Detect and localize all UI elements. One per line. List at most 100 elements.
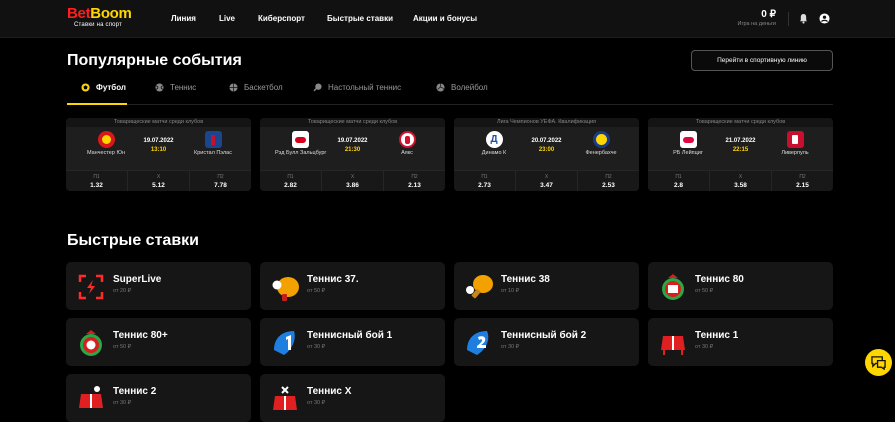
event-card[interactable]: Лига Чемпионов УЕФА. Квалификация Д Дина… — [454, 118, 639, 191]
nav-item-live[interactable]: Live — [219, 14, 235, 23]
away-team: Фенербахче — [576, 131, 626, 156]
nav-item-line[interactable]: Линия — [171, 14, 196, 23]
odd-button-p1[interactable]: П1 1.32 — [66, 171, 128, 191]
odd-button-x[interactable]: X 3.58 — [710, 171, 772, 191]
event-card[interactable]: Товарищеские матчи среди клубов Рэд Булл… — [260, 118, 445, 191]
tab-volleyball[interactable]: Волейбол — [436, 83, 488, 92]
superlive-icon — [78, 274, 104, 300]
game-min-bet: от 50 ₽ — [113, 344, 132, 350]
tab-label: Баскетбол — [244, 83, 283, 92]
odds-row: П1 1.32 X 5.12 П2 7.78 — [66, 170, 251, 191]
away-team-name: Кристал Пэлас — [194, 150, 232, 156]
top-header: BetBoom Ставки на спорт Линия Live Кибер… — [0, 0, 895, 38]
away-team-name: Ливерпуль — [781, 150, 809, 156]
paddle-38-icon — [466, 275, 493, 299]
go-to-line-button[interactable]: Перейти в спортивную линию — [691, 50, 833, 71]
away-team-name: Фенербахче — [585, 150, 617, 156]
game-card-tennis-37[interactable]: Теннис 37. от 50 ₽ — [260, 262, 445, 310]
game-name: Теннисный бой 1 — [307, 330, 393, 341]
game-card-tennis-1[interactable]: Теннис 1 от 30 ₽ — [648, 318, 833, 366]
odd-button-x[interactable]: X 5.12 — [128, 171, 190, 191]
tennis-80-icon — [662, 274, 684, 300]
event-card[interactable]: Товарищеские матчи среди клубов Манчесте… — [66, 118, 251, 191]
nav-item-promotions[interactable]: Акции и бонусы — [413, 14, 477, 23]
quick-bets-title: Быстрые ставки — [67, 232, 199, 249]
away-team-name: Аякс — [401, 150, 413, 156]
odd-button-x[interactable]: X 3.86 — [322, 171, 384, 191]
tab-label: Теннис — [170, 83, 197, 92]
tabs-divider — [67, 104, 833, 105]
odd-button-p2[interactable]: П2 2.13 — [384, 171, 445, 191]
game-card-tennis-38[interactable]: Теннис 38 от 10 ₽ — [454, 262, 639, 310]
odd-button-p1[interactable]: П1 2.8 — [648, 171, 710, 191]
game-min-bet: от 30 ₽ — [307, 344, 326, 350]
logo-subtitle: Ставки на спорт — [74, 22, 123, 28]
tab-tennis[interactable]: Теннис — [155, 83, 196, 92]
odds-row: П1 2.8 X 3.58 П2 2.15 — [648, 170, 833, 191]
away-team: Аякс — [382, 131, 432, 156]
game-card-tennis-2[interactable]: Теннис 2 от 30 ₽ — [66, 374, 251, 422]
tennis-x-icon — [273, 386, 297, 410]
game-card-tennis-battle-1[interactable]: Теннисный бой 1 от 30 ₽ — [260, 318, 445, 366]
game-name: Теннис 37. — [307, 274, 359, 285]
fenerbahce-crest-icon — [592, 131, 610, 148]
volleyball-icon — [436, 83, 445, 92]
game-name: SuperLive — [113, 274, 162, 285]
crystal-palace-crest-icon — [204, 131, 222, 148]
game-min-bet: от 30 ₽ — [501, 344, 520, 350]
user-icon[interactable] — [819, 13, 830, 24]
tab-basketball[interactable]: Баскетбол — [229, 83, 283, 92]
game-name: Теннисный бой 2 — [501, 330, 587, 341]
logo-boom: Boom — [90, 5, 132, 22]
odd-button-p1[interactable]: П1 2.82 — [260, 171, 322, 191]
odd-button-p1[interactable]: П1 2.73 — [454, 171, 516, 191]
sport-tabs: Футбол Теннис Баскетбол Настольный тенни… — [67, 83, 833, 99]
game-name: Теннис 1 — [695, 330, 739, 341]
odd-button-p2[interactable]: П2 2.53 — [578, 171, 639, 191]
odds-row: П1 2.82 X 3.86 П2 2.13 — [260, 170, 445, 191]
popular-events-title: Популярные события — [67, 52, 242, 69]
football-icon — [81, 83, 90, 92]
event-league: Товарищеские матчи среди клубов — [260, 118, 445, 127]
tennis-2-icon — [79, 386, 103, 408]
tab-football[interactable]: Футбол — [81, 83, 126, 92]
event-league: Товарищеские матчи среди клубов — [66, 118, 251, 127]
tennis-80plus-icon — [80, 330, 102, 356]
game-card-tennis-battle-2[interactable]: Теннисный бой 2 от 30 ₽ — [454, 318, 639, 366]
active-tab-indicator — [67, 103, 127, 105]
table-tennis-icon — [313, 83, 322, 92]
nav-item-quick-bets[interactable]: Быстрые ставки — [327, 14, 393, 23]
tennis-ball-icon — [155, 83, 164, 92]
odd-button-p2[interactable]: П2 2.15 — [772, 171, 833, 191]
game-card-tennis-x[interactable]: Теннис X от 30 ₽ — [260, 374, 445, 422]
battle-2-icon — [467, 331, 489, 355]
tab-label: Волейбол — [451, 83, 488, 92]
odds-row: П1 2.73 X 3.47 П2 2.53 — [454, 170, 639, 191]
game-name: Теннис 80 — [695, 274, 744, 285]
odd-button-x[interactable]: X 3.47 — [516, 171, 578, 191]
nav-item-esports[interactable]: Киберспорт — [258, 14, 305, 23]
odd-button-p2[interactable]: П2 7.78 — [190, 171, 251, 191]
tab-table-tennis[interactable]: Настольный теннис — [313, 83, 401, 92]
game-min-bet: от 50 ₽ — [307, 288, 326, 294]
game-card-tennis-80-plus[interactable]: Теннис 80+ от 50 ₽ — [66, 318, 251, 366]
balance[interactable]: 0 ₽ Игра на деньги — [736, 9, 776, 27]
game-min-bet: от 30 ₽ — [695, 344, 714, 350]
balance-value: 0 ₽ — [761, 9, 776, 20]
paddle-icon — [272, 277, 299, 301]
game-min-bet: от 30 ₽ — [307, 400, 326, 406]
game-card-superlive[interactable]: SuperLive от 20 ₽ — [66, 262, 251, 310]
battle-1-icon — [274, 331, 295, 355]
support-chat-button[interactable] — [865, 349, 892, 376]
game-min-bet: от 10 ₽ — [501, 288, 520, 294]
game-min-bet: от 20 ₽ — [113, 288, 132, 294]
liverpool-crest-icon — [786, 131, 804, 148]
bell-icon[interactable] — [799, 13, 808, 24]
tab-label: Настольный теннис — [328, 83, 402, 92]
basketball-icon — [229, 83, 238, 92]
table-icon — [661, 336, 685, 355]
brand-logo[interactable]: BetBoom Ставки на спорт — [67, 6, 137, 28]
event-card[interactable]: Товарищеские матчи среди клубов РБ Лейпц… — [648, 118, 833, 191]
game-card-tennis-80[interactable]: Теннис 80 от 50 ₽ — [648, 262, 833, 310]
tab-label: Футбол — [96, 83, 127, 92]
